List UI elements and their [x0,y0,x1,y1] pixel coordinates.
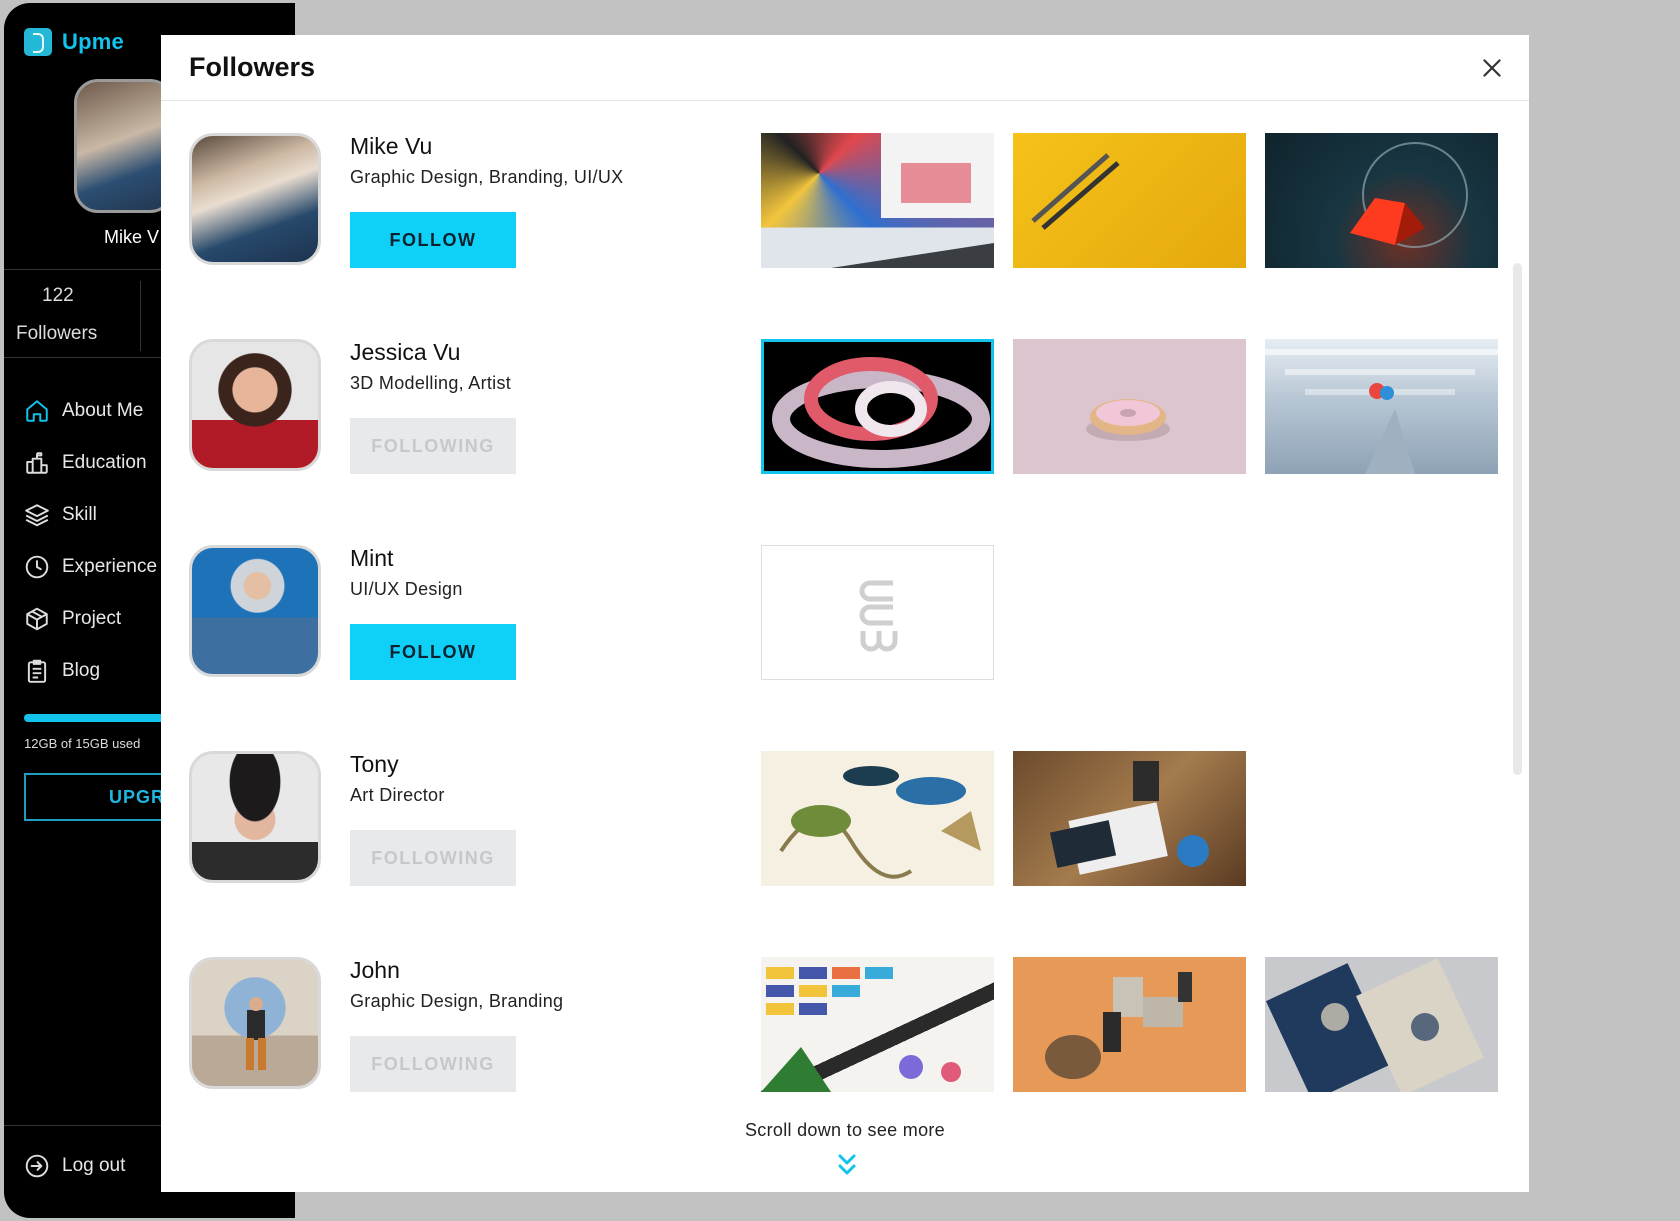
sidebar-item-experience[interactable]: Experience [24,541,157,593]
follower-skills: Graphic Design, Branding [350,991,564,1011]
close-icon[interactable] [1479,55,1505,81]
home-icon [26,400,48,422]
project-thumbnail[interactable] [1265,957,1498,1092]
project-thumbnail[interactable] [1013,957,1246,1092]
follower-skills: Art Director [350,785,445,805]
project-thumbnail[interactable] [1013,751,1246,886]
profile-avatar[interactable] [74,79,174,213]
logout-icon [25,1154,49,1178]
app-window: Upme Mike V 122 Followers About Me Educa… [4,3,1676,1218]
project-thumbnail[interactable] [761,751,994,886]
sidebar-item-label: Skill [62,504,97,525]
modal-header: Followers [161,35,1529,101]
follower-row: Mike Vu Graphic Design, Branding, UI/UX … [189,133,1499,273]
birds-illustration [779,766,981,879]
follower-name[interactable]: Mike Vu [350,133,432,160]
following-button[interactable]: FOLLOWING [350,418,516,474]
following-button[interactable]: FOLLOWING [350,830,516,886]
profile-name: Mike V [104,227,160,247]
modal-scrollbar[interactable] [1513,263,1522,775]
project-thumbnail[interactable] [1013,133,1246,268]
swatches-illustration [761,967,961,1092]
follower-row: Tony Art Director FOLLOWING [189,751,1499,891]
sidebar-item-label: Blog [62,660,101,681]
follower-name[interactable]: John [350,957,400,984]
follow-button[interactable]: FOLLOW [350,212,516,268]
layers-icon [25,504,49,527]
modal-title: Followers [189,52,316,82]
followers-count[interactable]: 122 [42,285,74,307]
follower-avatar[interactable] [189,957,321,1089]
project-thumbnail[interactable] [1265,339,1498,474]
brand[interactable]: Upme [24,28,124,56]
torus-knot-illustration [772,357,990,468]
placeholder-thumbnail[interactable] [761,545,994,680]
sidebar-item-label: About Me [62,400,144,421]
follower-avatar[interactable] [189,133,321,265]
logout-label: Log out [62,1155,126,1176]
packaging-illustration [1265,958,1485,1092]
person-figure [246,997,266,1070]
follower-skills: UI/UX Design [350,579,463,599]
project-thumbnail[interactable] [1013,339,1246,474]
sidebar-item-project[interactable]: Project [24,593,157,645]
follower-name[interactable]: Mint [350,545,393,572]
follow-button[interactable]: FOLLOW [350,624,516,680]
brand-logo-icon [859,580,897,651]
sidebar-nav: About Me Education Skill Experience Proj… [24,385,157,697]
cube-icon [26,607,48,631]
sphere-illustration [1350,142,1468,248]
following-button[interactable]: FOLLOWING [350,1036,516,1092]
clipboard-icon [27,659,47,683]
brand-name: Upme [62,29,124,54]
project-thumbnail[interactable] [761,133,994,268]
follower-row: John Graphic Design, Branding FOLLOWING [189,957,1499,1097]
sidebar-item-skill[interactable]: Skill [24,489,157,541]
follower-avatar[interactable] [189,339,321,471]
pencils-illustration [1031,153,1120,230]
education-icon [26,452,48,474]
stairs-illustration [1265,349,1498,474]
desk-illustration [1049,761,1209,875]
brand-logo-icon [24,28,52,56]
follower-name[interactable]: Jessica Vu [350,339,460,366]
sidebar-item-education[interactable]: Education [24,437,157,489]
follower-row: Mint UI/UX Design FOLLOW [189,545,1499,685]
sidebar-item-about-me[interactable]: About Me [24,385,157,437]
follower-skills: Graphic Design, Branding, UI/UX [350,167,624,187]
sidebar-item-label: Education [62,452,147,473]
project-thumbnail[interactable] [1265,133,1498,268]
follower-avatar[interactable] [189,545,321,677]
donut-illustration [1086,399,1170,441]
followers-modal: Followers Mike Vu Graphic Design, Brandi… [161,35,1529,1192]
followers-label[interactable]: Followers [16,323,97,345]
sidebar-item-blog[interactable]: Blog [24,645,157,697]
follower-avatar[interactable] [189,751,321,883]
stat-divider [140,281,141,351]
logout-button[interactable]: Log out [24,1153,125,1179]
storage-text: 12GB of 15GB used [24,736,141,751]
project-thumbnail[interactable] [761,957,994,1092]
follower-skills: 3D Modelling, Artist [350,373,512,393]
follower-name[interactable]: Tony [350,751,399,778]
project-thumbnail[interactable] [761,339,994,474]
sidebar-item-label: Experience [62,556,158,577]
objects-illustration [1045,972,1192,1079]
follower-row: Jessica Vu 3D Modelling, Artist FOLLOWIN… [189,339,1499,479]
laptop-illustration [831,133,994,268]
sidebar-item-label: Project [62,608,122,629]
scroll-hint: Scroll down to see more [745,1120,945,1140]
double-chevron-down-icon[interactable] [837,1152,857,1178]
clock-icon [25,555,49,579]
